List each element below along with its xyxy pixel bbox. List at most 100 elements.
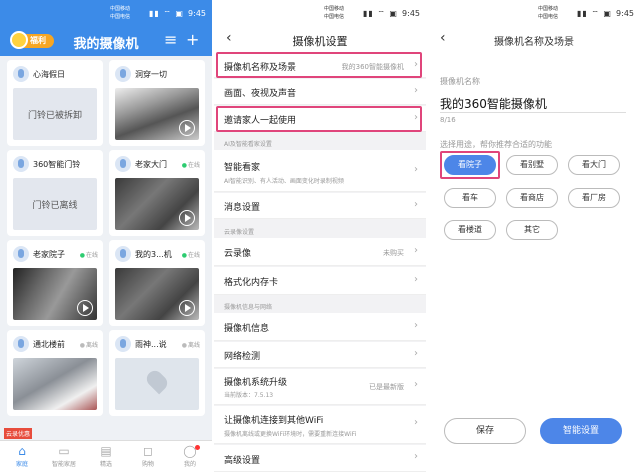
row-label: 摄像机信息 <box>224 324 270 334</box>
play-icon[interactable] <box>179 210 195 226</box>
smart-settings-button[interactable]: 智能设置 <box>540 418 622 444</box>
tab-home[interactable]: ⌂ 家庭 <box>2 443 42 468</box>
chip-corridor[interactable]: 看楼道 <box>444 220 496 240</box>
status-badge: 在线 <box>182 250 200 259</box>
play-icon[interactable] <box>179 120 195 136</box>
chip-shop[interactable]: 看商店 <box>506 188 558 208</box>
tab-featured[interactable]: ▤ 精选 <box>86 443 126 468</box>
row-description: AI智能识别、有人活动、画面变化时录制视频 <box>224 178 344 185</box>
camera-icon <box>13 66 29 82</box>
row-description: 当前版本：7.5.13 <box>224 392 274 399</box>
signal-icon: ▮▮ ⌔ ▣ <box>577 9 612 18</box>
camera-preview[interactable] <box>115 268 199 320</box>
name-scene-screen: 中国移动 中国电信 ▮▮ ⌔ ▣ 9:45 ‹ 摄像机名称及场景 摄像机名称 我的… <box>428 0 640 472</box>
highlight-box <box>216 106 422 132</box>
name-label: 摄像机名称 <box>440 77 480 86</box>
input-underline <box>440 112 626 113</box>
section-header: 云录像设置 <box>224 229 255 236</box>
camera-card[interactable]: 360智能门铃 门铃已离线 <box>7 150 103 236</box>
tab-shop[interactable]: ◻ 购物 <box>128 443 168 468</box>
camera-preview[interactable] <box>13 268 97 320</box>
camera-card[interactable]: 我的3...机 在线 <box>109 240 205 326</box>
camera-preview[interactable] <box>13 358 97 410</box>
row-messages[interactable]: 消息设置 › <box>214 193 426 219</box>
camera-card[interactable]: 心海假日 门铃已被拆卸 <box>7 60 103 146</box>
chip-villa[interactable]: 看别墅 <box>506 155 558 175</box>
camera-card[interactable]: 通北楼前 离线 <box>7 330 103 416</box>
camera-icon <box>13 246 29 262</box>
chevron-right-icon: › <box>414 199 418 210</box>
row-label: 高级设置 <box>224 456 261 466</box>
row-value: 未购买 <box>383 249 404 257</box>
chevron-right-icon: › <box>414 85 418 96</box>
row-network[interactable]: 网络检测 › <box>214 342 426 368</box>
chevron-right-icon: › <box>414 379 418 390</box>
tab-label: 智能家居 <box>51 461 76 468</box>
row-cloud[interactable]: 云录像 未购买 › <box>214 238 426 266</box>
chip-gate[interactable]: 看大门 <box>568 155 620 175</box>
notification-dot <box>195 445 200 450</box>
play-icon[interactable] <box>77 300 93 316</box>
clock: 9:45 <box>188 9 206 18</box>
row-label: 智能看家 <box>224 163 261 173</box>
smart-home-icon: ▭ <box>58 444 70 458</box>
camera-card[interactable]: 洞穿一切 <box>109 60 205 146</box>
camera-name-input[interactable]: 我的360智能摄像机 <box>440 95 547 112</box>
signal-icon: ▮▮ ⌔ ▣ <box>363 9 398 18</box>
home-screen: 中国移动 中国电信 ▮▮ ⌔ ▣ 9:45 福利 我的摄像机 ≡ + 心海假日 门… <box>0 0 212 472</box>
chevron-right-icon: › <box>414 164 418 175</box>
row-info[interactable]: 摄像机信息 › <box>214 313 426 341</box>
camera-name: 老家院子 <box>33 250 65 259</box>
row-label: 云录像 <box>224 249 252 259</box>
save-button[interactable]: 保存 <box>444 418 526 444</box>
tab-smart-home[interactable]: ▭ 智能家居 <box>44 443 84 468</box>
camera-name: 心海假日 <box>33 70 65 79</box>
tab-label: 家庭 <box>15 461 28 468</box>
chevron-right-icon: › <box>414 320 418 331</box>
camera-icon <box>115 246 131 262</box>
carrier-label: 中国移动 <box>109 6 130 12</box>
carrier-label: 中国移动 <box>537 6 558 12</box>
camera-icon <box>13 336 29 352</box>
promo-banner[interactable]: 云录优惠 <box>0 428 212 439</box>
row-format[interactable]: 格式化内存卡 › <box>214 267 426 295</box>
row-label: 让摄像机连接到其他WiFi <box>224 416 324 426</box>
camera-preview[interactable] <box>115 88 199 140</box>
camera-name: 通北楼前 <box>33 340 65 349</box>
camera-card[interactable]: 老家院子 在线 <box>7 240 103 326</box>
row-picture[interactable]: 画面、夜视及声音 › <box>214 79 426 105</box>
location-pin-icon <box>143 367 171 395</box>
camera-card[interactable]: 雨神...说 离线 <box>109 330 205 416</box>
row-description: 摄像机离线或更换WiFi环境时，需要重新连接WiFi <box>224 431 357 438</box>
row-smart-watch[interactable]: 智能看家 AI智能识别、有人活动、画面变化时录制视频 › <box>214 150 426 192</box>
shop-icon: ◻ <box>143 444 153 458</box>
status-badge: 在线 <box>80 250 98 259</box>
play-icon[interactable] <box>179 300 195 316</box>
highlight-box <box>216 52 422 78</box>
camera-location[interactable] <box>115 358 199 410</box>
camera-card[interactable]: 老家大门 在线 <box>109 150 205 236</box>
row-wifi[interactable]: 让摄像机连接到其他WiFi 摄像机离线或更换WiFi环境时，需要重新连接WiFi… <box>214 406 426 444</box>
row-label: 摄像机系统升级 <box>224 378 288 388</box>
chevron-right-icon: › <box>414 451 418 462</box>
tab-label: 购物 <box>141 461 154 468</box>
camera-settings-screen: 中国移动 中国电信 ▮▮ ⌔ ▣ 9:45 ‹ 摄像机设置 摄像机名称及场景 我的… <box>214 0 426 472</box>
nav-bar: ‹ 摄像机名称及场景 <box>428 24 640 54</box>
row-advanced[interactable]: 高级设置 › <box>214 445 426 472</box>
nav-bar: ‹ 摄像机设置 <box>214 24 426 54</box>
status-badge: 离线 <box>182 340 200 349</box>
camera-name: 我的3...机 <box>135 250 172 259</box>
tab-me[interactable]: ◯ 我的 <box>170 443 210 468</box>
camera-name: 360智能门铃 <box>33 160 81 169</box>
clock: 9:45 <box>402 9 420 18</box>
chevron-right-icon: › <box>414 245 418 256</box>
featured-icon: ▤ <box>100 444 112 458</box>
chip-other[interactable]: 其它 <box>506 220 558 240</box>
menu-icon[interactable]: ≡ <box>164 30 177 49</box>
row-upgrade[interactable]: 摄像机系统升级 当前版本：7.5.13 已是最新版 › <box>214 369 426 405</box>
add-icon[interactable]: + <box>186 30 199 49</box>
chip-car[interactable]: 看车 <box>444 188 496 208</box>
chip-factory[interactable]: 看厂房 <box>568 188 620 208</box>
camera-preview[interactable] <box>115 178 199 230</box>
carrier-label: 中国电信 <box>109 14 130 20</box>
